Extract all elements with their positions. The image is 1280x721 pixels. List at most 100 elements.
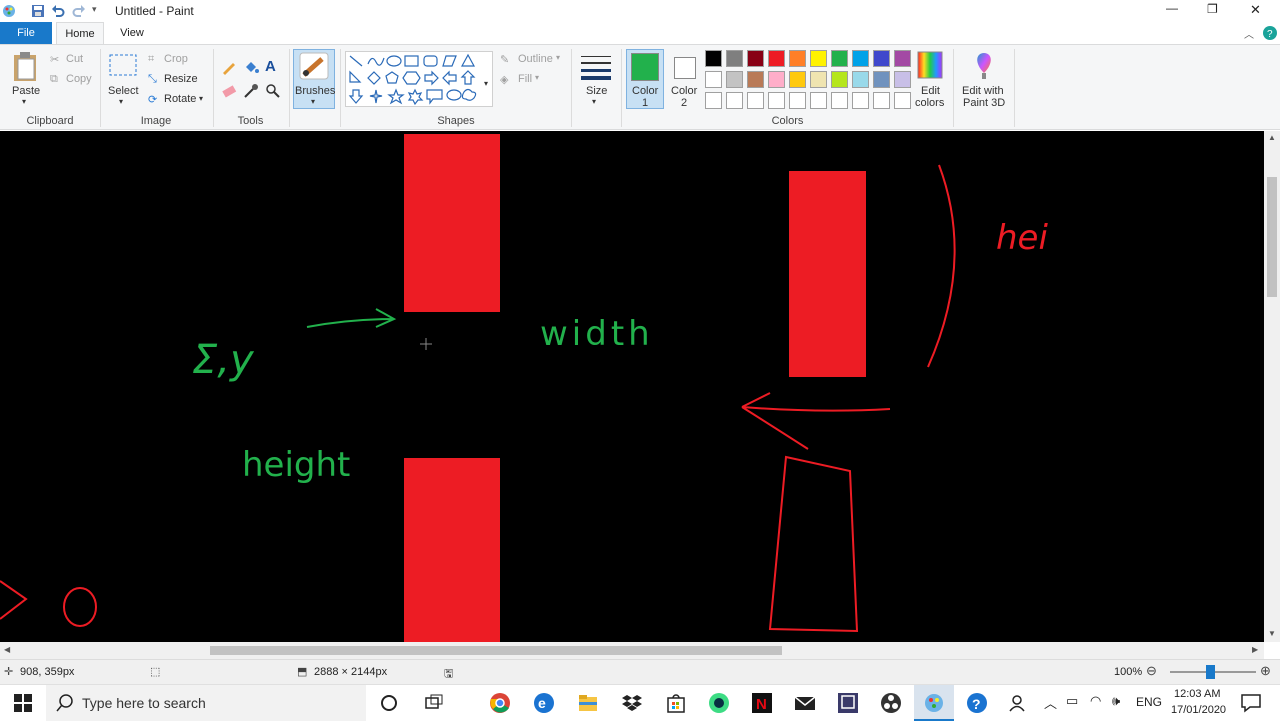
copy-button[interactable]: Copy — [66, 73, 92, 85]
palette-swatch[interactable] — [894, 50, 911, 67]
shapes-gallery[interactable] — [345, 51, 493, 107]
outline-button[interactable]: Outline — [518, 53, 553, 65]
edit-colors-label-2[interactable]: colors — [915, 97, 944, 109]
people-icon[interactable] — [1008, 692, 1030, 714]
palette-swatch[interactable] — [768, 71, 785, 88]
task-view-icon[interactable] — [423, 692, 445, 714]
scroll-down-icon[interactable]: ▼ — [1268, 629, 1276, 638]
crop-button[interactable]: Crop — [164, 53, 188, 65]
palette-swatch[interactable] — [705, 71, 722, 88]
obs-icon[interactable] — [880, 692, 902, 714]
palette-swatch[interactable] — [852, 92, 869, 109]
edit-colors-label-1[interactable]: Edit — [921, 85, 940, 97]
mail-icon[interactable] — [794, 692, 816, 714]
wifi-icon[interactable]: ◠ — [1090, 693, 1101, 709]
rotate-button[interactable]: Rotate — [164, 93, 196, 105]
volume-icon[interactable]: 🕪 — [1112, 693, 1120, 709]
eraser-icon[interactable] — [221, 83, 237, 99]
tab-view[interactable]: View — [110, 22, 154, 44]
palette-swatch[interactable] — [810, 71, 827, 88]
palette-swatch[interactable] — [705, 50, 722, 67]
palette-swatch[interactable] — [831, 92, 848, 109]
color-picker-icon[interactable] — [243, 83, 259, 99]
size-dropdown-icon[interactable]: ▾ — [592, 97, 596, 106]
palette-swatch[interactable] — [873, 92, 890, 109]
dropbox-icon[interactable] — [621, 692, 643, 714]
redo-icon[interactable] — [72, 4, 86, 18]
canvas[interactable]: Σ,y width height hei — [0, 131, 1264, 642]
quick-access-dropdown-icon[interactable]: ▾ — [92, 4, 97, 15]
outline-dropdown-icon[interactable]: ▾ — [556, 53, 560, 62]
palette-swatch[interactable] — [810, 92, 827, 109]
palette-swatch[interactable] — [726, 50, 743, 67]
collapse-ribbon-icon[interactable]: ︿ — [1244, 26, 1254, 41]
brushes-dropdown-icon[interactable]: ▾ — [311, 97, 315, 106]
palette-swatch[interactable] — [852, 50, 869, 67]
tab-home[interactable]: Home — [56, 22, 104, 44]
palette-swatch[interactable] — [768, 50, 785, 67]
windows-start-icon[interactable] — [12, 692, 34, 714]
palette-swatch[interactable] — [726, 92, 743, 109]
palette-swatch[interactable] — [894, 92, 911, 109]
palette-swatch[interactable] — [789, 92, 806, 109]
palette-swatch[interactable] — [894, 71, 911, 88]
scroll-up-icon[interactable]: ▲ — [1268, 133, 1276, 142]
palette-swatch[interactable] — [873, 50, 890, 67]
resize-button[interactable]: Resize — [164, 73, 198, 85]
paste-dropdown-icon[interactable]: ▾ — [22, 97, 26, 106]
size-icon[interactable] — [580, 53, 612, 81]
taskbar-time[interactable]: 12:03 AM — [1174, 688, 1220, 700]
vertical-scrollbar[interactable]: ▲ ▼ — [1264, 131, 1280, 642]
netflix-icon[interactable]: N — [751, 692, 773, 714]
show-hidden-icons[interactable]: ︿ — [1044, 693, 1057, 712]
undo-icon[interactable] — [51, 4, 65, 18]
chrome-icon[interactable] — [489, 692, 511, 714]
zoom-in-icon[interactable]: ⊕ — [1260, 663, 1271, 679]
rotate-dropdown-icon[interactable]: ▾ — [199, 94, 203, 103]
select-icon[interactable] — [108, 53, 138, 79]
select-button[interactable]: Select — [108, 85, 139, 97]
tab-file[interactable]: File — [0, 22, 52, 44]
color2-swatch[interactable] — [674, 57, 696, 79]
maximize-button[interactable]: ❐ — [1207, 2, 1218, 16]
taskbar-date[interactable]: 17/01/2020 — [1171, 704, 1226, 716]
help-taskbar-icon[interactable]: ? — [966, 692, 988, 714]
store-icon[interactable] — [665, 692, 687, 714]
fill-bucket-icon[interactable] — [243, 59, 259, 75]
help-icon[interactable]: ? — [1262, 25, 1278, 41]
fill-button[interactable]: Fill — [518, 73, 532, 85]
cut-button[interactable]: Cut — [66, 53, 83, 65]
cortana-icon[interactable] — [378, 692, 400, 714]
fill-dropdown-icon[interactable]: ▾ — [535, 73, 539, 82]
pencil-icon[interactable] — [221, 59, 237, 75]
palette-swatch[interactable] — [831, 71, 848, 88]
edit-paint3d-label-2[interactable]: Paint 3D — [963, 97, 1005, 109]
magnifier-icon[interactable] — [265, 83, 281, 99]
palette-swatch[interactable] — [705, 92, 722, 109]
battery-icon[interactable]: ▭ — [1066, 693, 1078, 709]
save-icon[interactable] — [31, 4, 45, 18]
scroll-left-icon[interactable]: ◀ — [4, 645, 10, 654]
palette-swatch[interactable] — [831, 50, 848, 67]
android-studio-icon[interactable] — [708, 692, 730, 714]
palette-swatch[interactable] — [789, 50, 806, 67]
language-indicator[interactable]: ENG — [1136, 695, 1162, 709]
minimize-button[interactable]: — — [1166, 1, 1178, 15]
palette-swatch[interactable] — [768, 92, 785, 109]
paste-icon[interactable] — [12, 51, 38, 83]
palette-swatch[interactable] — [873, 71, 890, 88]
paste-button[interactable]: Paste — [12, 85, 40, 97]
edge-icon[interactable]: e — [533, 692, 555, 714]
vertical-scroll-thumb[interactable] — [1267, 177, 1277, 297]
edit-paint3d-label-1[interactable]: Edit with — [962, 85, 1004, 97]
notification-icon[interactable] — [1240, 692, 1262, 714]
paint3d-icon[interactable] — [972, 51, 996, 81]
horizontal-scrollbar[interactable]: ◀ ▶ — [0, 642, 1264, 659]
horizontal-scroll-thumb[interactable] — [210, 646, 782, 655]
palette-swatch[interactable] — [726, 71, 743, 88]
palette-swatch[interactable] — [789, 71, 806, 88]
palette-swatch[interactable] — [747, 92, 764, 109]
palette-swatch[interactable] — [747, 50, 764, 67]
edit-colors-icon[interactable] — [917, 51, 943, 79]
select-dropdown-icon[interactable]: ▾ — [119, 97, 123, 106]
